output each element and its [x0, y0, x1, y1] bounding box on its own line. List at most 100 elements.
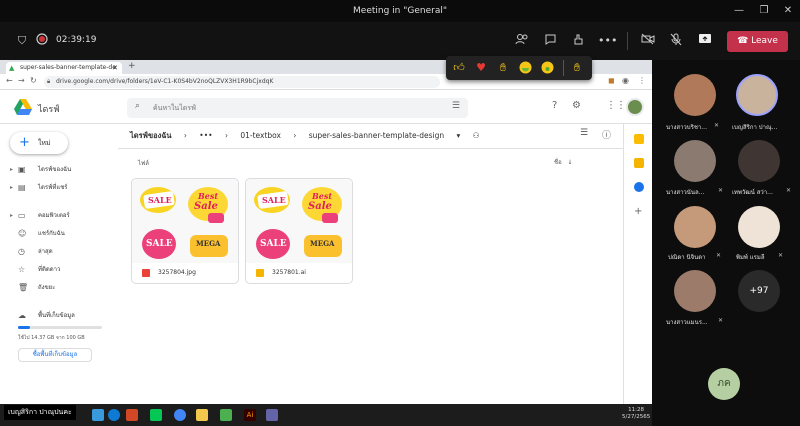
maximize-icon[interactable]: ❐ — [756, 3, 772, 19]
extension-icon[interactable]: ◼ — [608, 76, 615, 85]
leave-button[interactable]: ☎ Leave — [727, 31, 788, 52]
heart-reaction-icon[interactable]: ♥ — [474, 61, 488, 75]
add-addon-icon[interactable]: + — [634, 206, 642, 217]
presenter-name-label: เบญสิริกา ปาณุปนคะ — [4, 405, 76, 420]
clock-icon: ◷ — [18, 247, 25, 256]
cloud-icon: ☁ — [18, 311, 26, 320]
participant-name: เบญสิริกา ปาณุ... — [732, 124, 778, 131]
participant-avatar[interactable] — [738, 206, 780, 248]
sidebar-item-trash[interactable]: 🗑︎ ถังขยะ — [12, 282, 55, 294]
people-icon: ☺ — [18, 229, 27, 238]
watermark: KUTT — [560, 378, 614, 398]
mic-muted-icon: ✕ — [718, 317, 724, 324]
participant-avatar[interactable] — [674, 206, 716, 248]
url-field[interactable]: 🔒︎ drive.google.com/drive/folders/1eV-C1… — [44, 76, 440, 88]
files-section-label: ไฟล์ — [138, 160, 149, 167]
expand-caret-icon[interactable]: ▸ — [10, 182, 13, 194]
participant-avatar[interactable] — [674, 270, 716, 312]
drive-search-input[interactable]: ⌕ ค้นหาในไดรฟ์ ☰ — [127, 98, 468, 118]
keep-icon[interactable] — [634, 158, 644, 168]
trash-icon: 🗑︎ — [18, 283, 29, 292]
participant-avatar[interactable] — [738, 140, 780, 182]
info-icon[interactable]: ⓘ — [602, 128, 611, 141]
browser-menu-icon[interactable]: ⋮ — [638, 76, 646, 85]
participants-icon[interactable] — [514, 33, 530, 49]
laugh-reaction-icon[interactable] — [518, 61, 532, 75]
breadcrumb-folder2[interactable]: super-sales-banner-template-design — [309, 131, 444, 140]
more-participants-button[interactable]: +97 — [738, 270, 780, 312]
settings-gear-icon[interactable]: ⚙ — [572, 100, 581, 111]
sort-by-name[interactable]: ชื่อ ↓ — [554, 157, 572, 167]
sidebar-item-recent[interactable]: ◷ ล่าสุด — [12, 246, 53, 258]
breadcrumb-root[interactable]: ไดรฟ์ของฉัน — [130, 131, 172, 140]
breadcrumb-folder1[interactable]: 01-textbox — [240, 131, 281, 140]
surprised-reaction-icon[interactable] — [540, 61, 554, 75]
teams-title-bar: Meeting in "General" — ❐ ✕ — [0, 0, 800, 22]
participants-panel: นางสาวบริชา... ✕ เบญสิริกา ปาณุ... นางสา… — [652, 60, 800, 426]
apps-grid-icon[interactable]: ⋮⋮ — [606, 100, 626, 111]
storage-progress-bar — [18, 326, 102, 329]
windows-start-icon[interactable] — [92, 409, 104, 421]
storage-progress-fill — [18, 326, 30, 329]
sort-direction-icon: ↓ — [567, 159, 573, 166]
file-card[interactable]: SALE Best Sale SALE MEGA 3257804.jpg — [131, 178, 239, 284]
tasks-icon[interactable] — [634, 182, 644, 192]
drive-app-name: ไดรฟ์ — [38, 105, 60, 115]
buy-storage-button[interactable]: ซื้อพื้นที่เก็บข้อมูล — [18, 348, 92, 362]
powerpoint-icon[interactable] — [126, 409, 138, 421]
file-card[interactable]: SALE Best Sale SALE MEGA 3257801.ai — [245, 178, 353, 284]
sidebar-item-my-drive[interactable]: ▸ ▣ ไดรฟ์ของฉัน — [10, 164, 71, 176]
reactions-icon[interactable] — [570, 33, 586, 49]
close-icon[interactable]: ✕ — [780, 3, 796, 19]
mic-muted-icon: ✕ — [778, 252, 784, 259]
account-avatar[interactable] — [626, 98, 644, 116]
drive-header: ไดรฟ์ ⌕ ค้นหาในไดรฟ์ ☰ ? ⚙ ⋮⋮ — [0, 90, 652, 124]
illustrator-icon[interactable]: Ai — [244, 409, 256, 421]
edge-icon[interactable] — [108, 409, 120, 421]
sidebar-item-shared-with-me[interactable]: ☺ แชร์กับฉัน — [12, 228, 65, 240]
search-icon: ⌕ — [135, 101, 141, 111]
new-button[interactable]: + ใหม่ — [10, 132, 68, 154]
help-icon[interactable]: ? — [552, 100, 557, 111]
file-thumbnail: SALE Best Sale SALE MEGA — [246, 179, 352, 263]
mic-muted-icon: ✕ — [718, 187, 724, 194]
app-icon[interactable] — [220, 409, 232, 421]
back-icon[interactable]: ← — [6, 76, 13, 85]
sidebar-item-computers[interactable]: ▸ ▭ คอมพิวเตอร์ — [10, 210, 70, 222]
browser-tab[interactable]: ▲ super-sales-banner-template-de ✕ — [6, 62, 122, 74]
applause-reaction-icon[interactable]: ✋︎ — [496, 61, 510, 75]
search-options-icon[interactable]: ☰ — [452, 101, 460, 111]
reload-icon[interactable]: ↻ — [30, 76, 37, 85]
participant-avatar[interactable] — [674, 74, 716, 116]
forward-icon[interactable]: → — [18, 76, 25, 85]
illustrator-file-icon — [256, 269, 264, 277]
calendar-icon[interactable] — [634, 134, 644, 144]
line-icon[interactable] — [150, 409, 162, 421]
breadcrumb-more[interactable]: ••• — [199, 131, 212, 140]
sidebar-item-shared-drives[interactable]: ▸ ▤ ไดรฟ์ที่แชร์ — [10, 182, 68, 194]
sidebar-item-storage[interactable]: ☁ พื้นที่เก็บข้อมูล — [12, 310, 75, 322]
like-reaction-icon[interactable]: 👍︎ — [452, 61, 466, 75]
minimize-icon[interactable]: — — [731, 3, 747, 19]
participant-avatar-speaking[interactable] — [736, 74, 778, 116]
expand-caret-icon[interactable]: ▸ — [10, 164, 13, 176]
meeting-title: Meeting in "General" — [353, 6, 447, 16]
more-options-icon[interactable]: ••• — [598, 33, 617, 49]
profile-icon[interactable]: ◉ — [622, 76, 629, 85]
new-tab-icon[interactable]: + — [128, 61, 136, 71]
expand-caret-icon[interactable]: ▸ — [10, 210, 13, 222]
chevron-down-icon[interactable]: ▾ — [457, 131, 461, 140]
chrome-icon[interactable] — [174, 409, 186, 421]
sidebar-item-starred[interactable]: ☆ ที่ติดดาว — [12, 264, 60, 276]
share-screen-icon[interactable] — [697, 33, 713, 49]
camera-off-icon[interactable] — [640, 33, 656, 49]
list-view-icon[interactable]: ☰ — [580, 128, 588, 138]
close-tab-icon[interactable]: ✕ — [112, 62, 118, 74]
participant-avatar[interactable] — [674, 140, 716, 182]
file-explorer-icon[interactable] — [196, 409, 208, 421]
raise-hand-icon[interactable]: ✋︎ — [570, 61, 584, 75]
mic-off-icon[interactable] — [668, 33, 684, 49]
self-avatar[interactable]: ภค — [708, 368, 740, 400]
teams-icon[interactable] — [266, 409, 278, 421]
chat-icon[interactable] — [542, 33, 558, 49]
